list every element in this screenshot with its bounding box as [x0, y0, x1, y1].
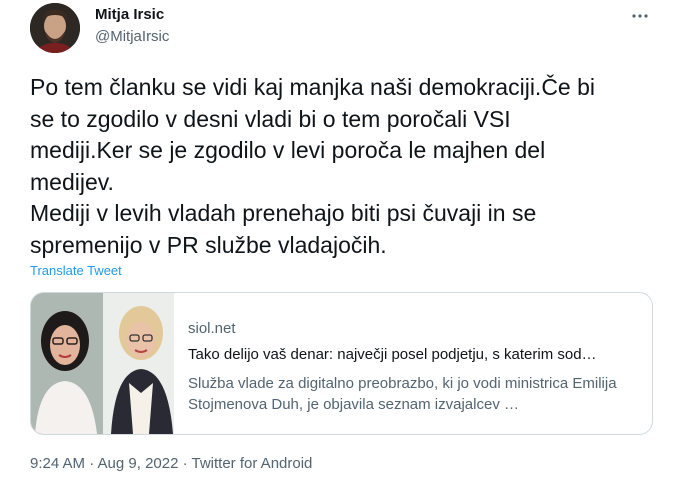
link-preview-text: siol.net Tako delijo vaš denar: največji…	[174, 293, 652, 434]
link-title: Tako delijo vaš denar: največji posel po…	[188, 346, 597, 363]
tweet: Mitja Irsic @MitjaIrsic Po tem članku se…	[0, 0, 678, 485]
translate-tweet-link[interactable]: Translate Tweet	[30, 263, 122, 278]
link-preview-image	[31, 293, 174, 434]
tweet-text: Po tem članku se vidi kaj manjka naši de…	[30, 74, 596, 258]
link-description: Služba vlade za digitalno preobrazbo, ki…	[188, 375, 617, 413]
avatar[interactable]	[30, 3, 80, 53]
author-name[interactable]: Mitja Irsic	[95, 6, 164, 23]
more-options-icon[interactable]	[630, 6, 650, 26]
tweet-timestamp[interactable]: 9:24 AM · Aug 9, 2022 · Twitter for Andr…	[30, 455, 312, 472]
link-domain: siol.net	[188, 320, 236, 337]
link-preview-card[interactable]: siol.net Tako delijo vaš denar: največji…	[30, 292, 653, 435]
author-handle[interactable]: @MitjaIrsic	[95, 28, 169, 45]
